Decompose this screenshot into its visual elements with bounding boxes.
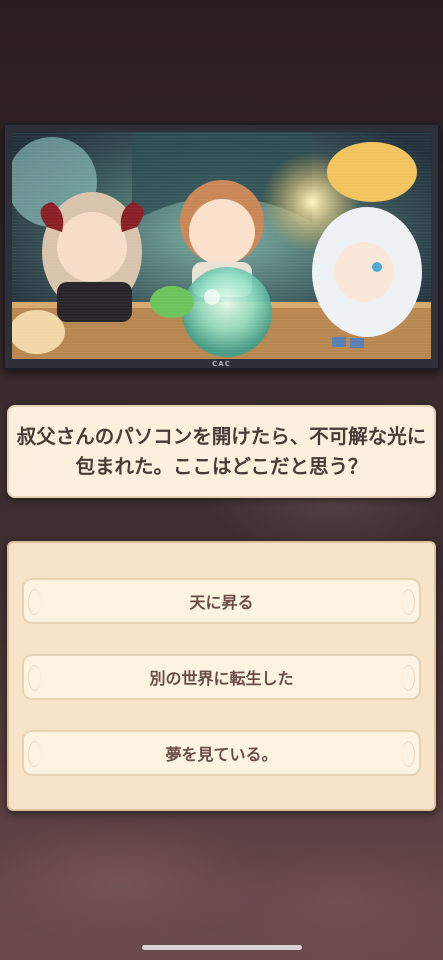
choice-label: 天に昇る [189,593,254,612]
question-box: 叔父さんのパソコンを開けたら、不可解な光に包まれた。ここはどこだと思う？ [7,405,436,498]
monitor-frame: CAC [3,123,440,370]
choice-button-1[interactable]: 天に昇る [22,578,421,624]
choices-panel: 天に昇る 別の世界に転生した 夢を見ている。 [7,541,436,811]
scene-artwork [12,132,431,359]
choice-button-2[interactable]: 別の世界に転生した [22,654,421,700]
choice-label: 別の世界に転生した [149,669,294,688]
monitor-brand: CAC [212,360,231,368]
choice-button-3[interactable]: 夢を見ている。 [22,730,421,776]
story-illustration [12,132,431,359]
question-text: 叔父さんのパソコンを開けたら、不可解な光に包まれた。ここはどこだと思う？ [16,424,427,478]
home-indicator[interactable] [142,945,302,950]
choice-label: 夢を見ている。 [165,745,278,764]
